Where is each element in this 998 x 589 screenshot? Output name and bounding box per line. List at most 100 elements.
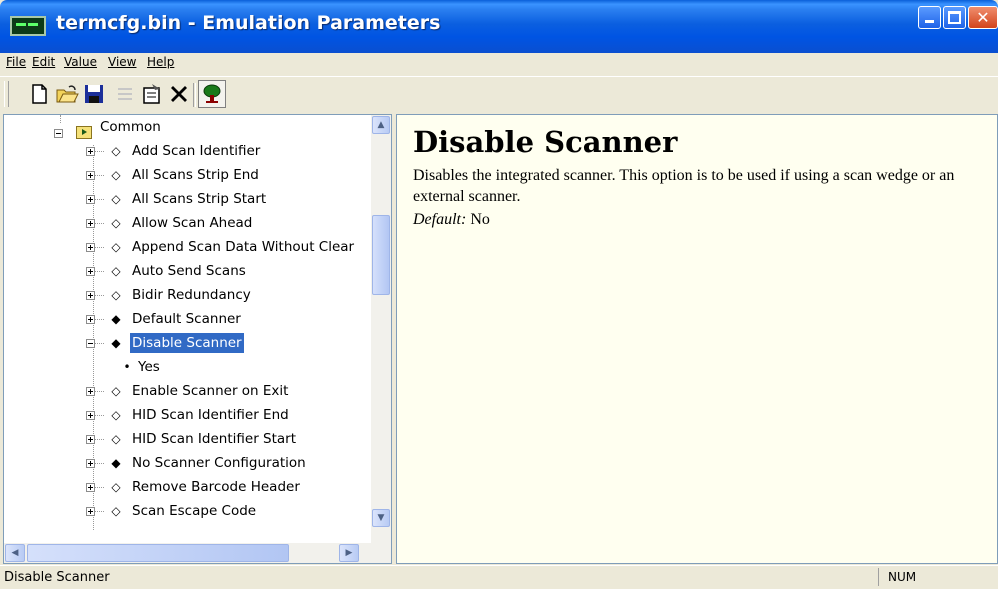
tree-item-label: HID Scan Identifier End	[132, 407, 289, 423]
menu-edit[interactable]: Edit	[32, 55, 55, 69]
outline-diamond-icon: ◇	[111, 408, 121, 422]
properties-icon	[143, 84, 160, 104]
menu-help[interactable]: Help	[147, 55, 174, 69]
expand-icon[interactable]	[86, 219, 95, 228]
menu-file[interactable]: File	[6, 55, 26, 69]
toolbar-grip[interactable]	[4, 81, 9, 107]
menu-value[interactable]: Value	[64, 55, 97, 69]
save-button[interactable]	[82, 82, 106, 106]
tree-item-label: All Scans Strip End	[132, 167, 259, 183]
window-title: termcfg.bin - Emulation Parameters	[56, 12, 441, 34]
list-button[interactable]	[113, 82, 137, 106]
scroll-left-button[interactable]: ◀	[5, 544, 25, 562]
tree-item-label: Scan Escape Code	[132, 503, 257, 519]
delete-icon	[171, 86, 187, 102]
expand-icon[interactable]	[86, 315, 95, 324]
tree-subitem-label: Yes	[138, 359, 160, 375]
expand-icon[interactable]	[86, 243, 95, 252]
expand-icon[interactable]	[86, 387, 95, 396]
outline-diamond-icon: ◇	[111, 432, 121, 446]
menu-bar: File Edit Value View Help	[0, 53, 998, 73]
tree-item-label: Enable Scanner on Exit	[132, 383, 289, 399]
delete-button[interactable]	[167, 82, 191, 106]
status-text: Disable Scanner	[4, 570, 110, 585]
num-lock-indicator: NUM	[888, 570, 917, 584]
new-icon	[32, 84, 47, 104]
detail-pane: Disable Scanner Disables the integrated …	[396, 114, 998, 564]
outline-diamond-icon: ◇	[111, 192, 121, 206]
folder-icon	[76, 126, 92, 139]
outline-diamond-icon: ◇	[111, 480, 121, 494]
tree-content: Common ◇ Add Scan Identifier ◇ All Scans St…	[4, 115, 364, 531]
expand-icon[interactable]	[86, 483, 95, 492]
scroll-up-button[interactable]: ▲	[372, 116, 390, 134]
outline-diamond-icon: ◇	[111, 240, 121, 254]
status-bar: Disable Scanner NUM	[0, 565, 998, 589]
expand-icon[interactable]	[86, 195, 95, 204]
tree-icon	[203, 84, 221, 103]
tree-item-label: No Scanner Configuration	[132, 455, 306, 471]
outline-diamond-icon: ◇	[111, 384, 121, 398]
tree-vertical-scrollbar[interactable]: ▲ ▼	[371, 115, 391, 543]
close-button[interactable]: ✕	[968, 6, 998, 29]
outline-diamond-icon: ◇	[111, 264, 121, 278]
new-button[interactable]	[27, 82, 51, 106]
terminal-app-icon	[10, 16, 46, 36]
tree-item-label: Auto Send Scans	[132, 263, 246, 279]
save-icon	[85, 85, 103, 103]
filled-diamond-icon: ◆	[111, 336, 121, 350]
tree-horizontal-scrollbar[interactable]: ◀ ▶	[4, 543, 391, 563]
tree-pane: Common ◇ Add Scan Identifier ◇ All Scans St…	[3, 114, 392, 564]
expand-icon[interactable]	[86, 171, 95, 180]
tree-item-label: Allow Scan Ahead	[132, 215, 253, 231]
app-window: termcfg.bin - Emulation Parameters ✕ Fil…	[0, 0, 998, 589]
menu-view[interactable]: View	[108, 55, 136, 69]
collapse-icon[interactable]	[54, 129, 63, 138]
tree-item-label: Add Scan Identifier	[132, 143, 261, 159]
outline-diamond-icon: ◇	[111, 288, 121, 302]
collapse-icon[interactable]	[86, 339, 95, 348]
outline-diamond-icon: ◇	[111, 216, 121, 230]
title-bar[interactable]: termcfg.bin - Emulation Parameters ✕	[0, 0, 998, 53]
detail-default: Default: No	[413, 211, 490, 229]
tree-item-label: Default Scanner	[132, 311, 241, 327]
tree-item-label: Remove Barcode Header	[132, 479, 300, 495]
list-icon	[118, 88, 132, 100]
open-button[interactable]	[55, 82, 79, 106]
expand-icon[interactable]	[86, 291, 95, 300]
outline-diamond-icon: ◇	[111, 168, 121, 182]
toolbar-separator	[193, 83, 196, 107]
minimize-button[interactable]	[918, 6, 941, 29]
outline-diamond-icon: ◇	[111, 144, 121, 158]
default-label: Default:	[413, 211, 467, 228]
filled-diamond-icon: ◆	[111, 312, 121, 326]
expand-icon[interactable]	[86, 507, 95, 516]
expand-icon[interactable]	[86, 435, 95, 444]
expand-icon[interactable]	[86, 459, 95, 468]
toolbar	[0, 76, 998, 115]
tree-item-label: Disable Scanner	[129, 332, 245, 354]
maximize-button[interactable]	[943, 6, 966, 29]
scroll-thumb[interactable]	[372, 215, 390, 295]
expand-icon[interactable]	[86, 411, 95, 420]
expand-icon[interactable]	[86, 147, 95, 156]
detail-description: Disables the integrated scanner. This op…	[413, 167, 955, 205]
tree-item-label: Bidir Redundancy	[132, 287, 251, 303]
tree-item-label: All Scans Strip Start	[132, 191, 267, 207]
tree-view-button[interactable]	[198, 80, 226, 108]
scroll-right-button[interactable]: ▶	[339, 544, 359, 562]
bullet-icon: •	[123, 360, 131, 374]
outline-diamond-icon: ◇	[111, 504, 121, 518]
tree-item-label: HID Scan Identifier Start	[132, 431, 297, 447]
detail-title: Disable Scanner	[413, 125, 678, 159]
tree-item-label: Append Scan Data Without Clear	[132, 239, 355, 255]
properties-button[interactable]	[140, 82, 164, 106]
open-icon	[56, 85, 79, 103]
hscroll-thumb[interactable]	[27, 544, 289, 562]
expand-icon[interactable]	[86, 267, 95, 276]
default-value: No	[470, 211, 490, 228]
scroll-down-button[interactable]: ▼	[372, 509, 390, 527]
filled-diamond-icon: ◆	[111, 456, 121, 470]
tree-label-common: Common	[100, 119, 161, 135]
close-icon: ✕	[976, 8, 990, 27]
